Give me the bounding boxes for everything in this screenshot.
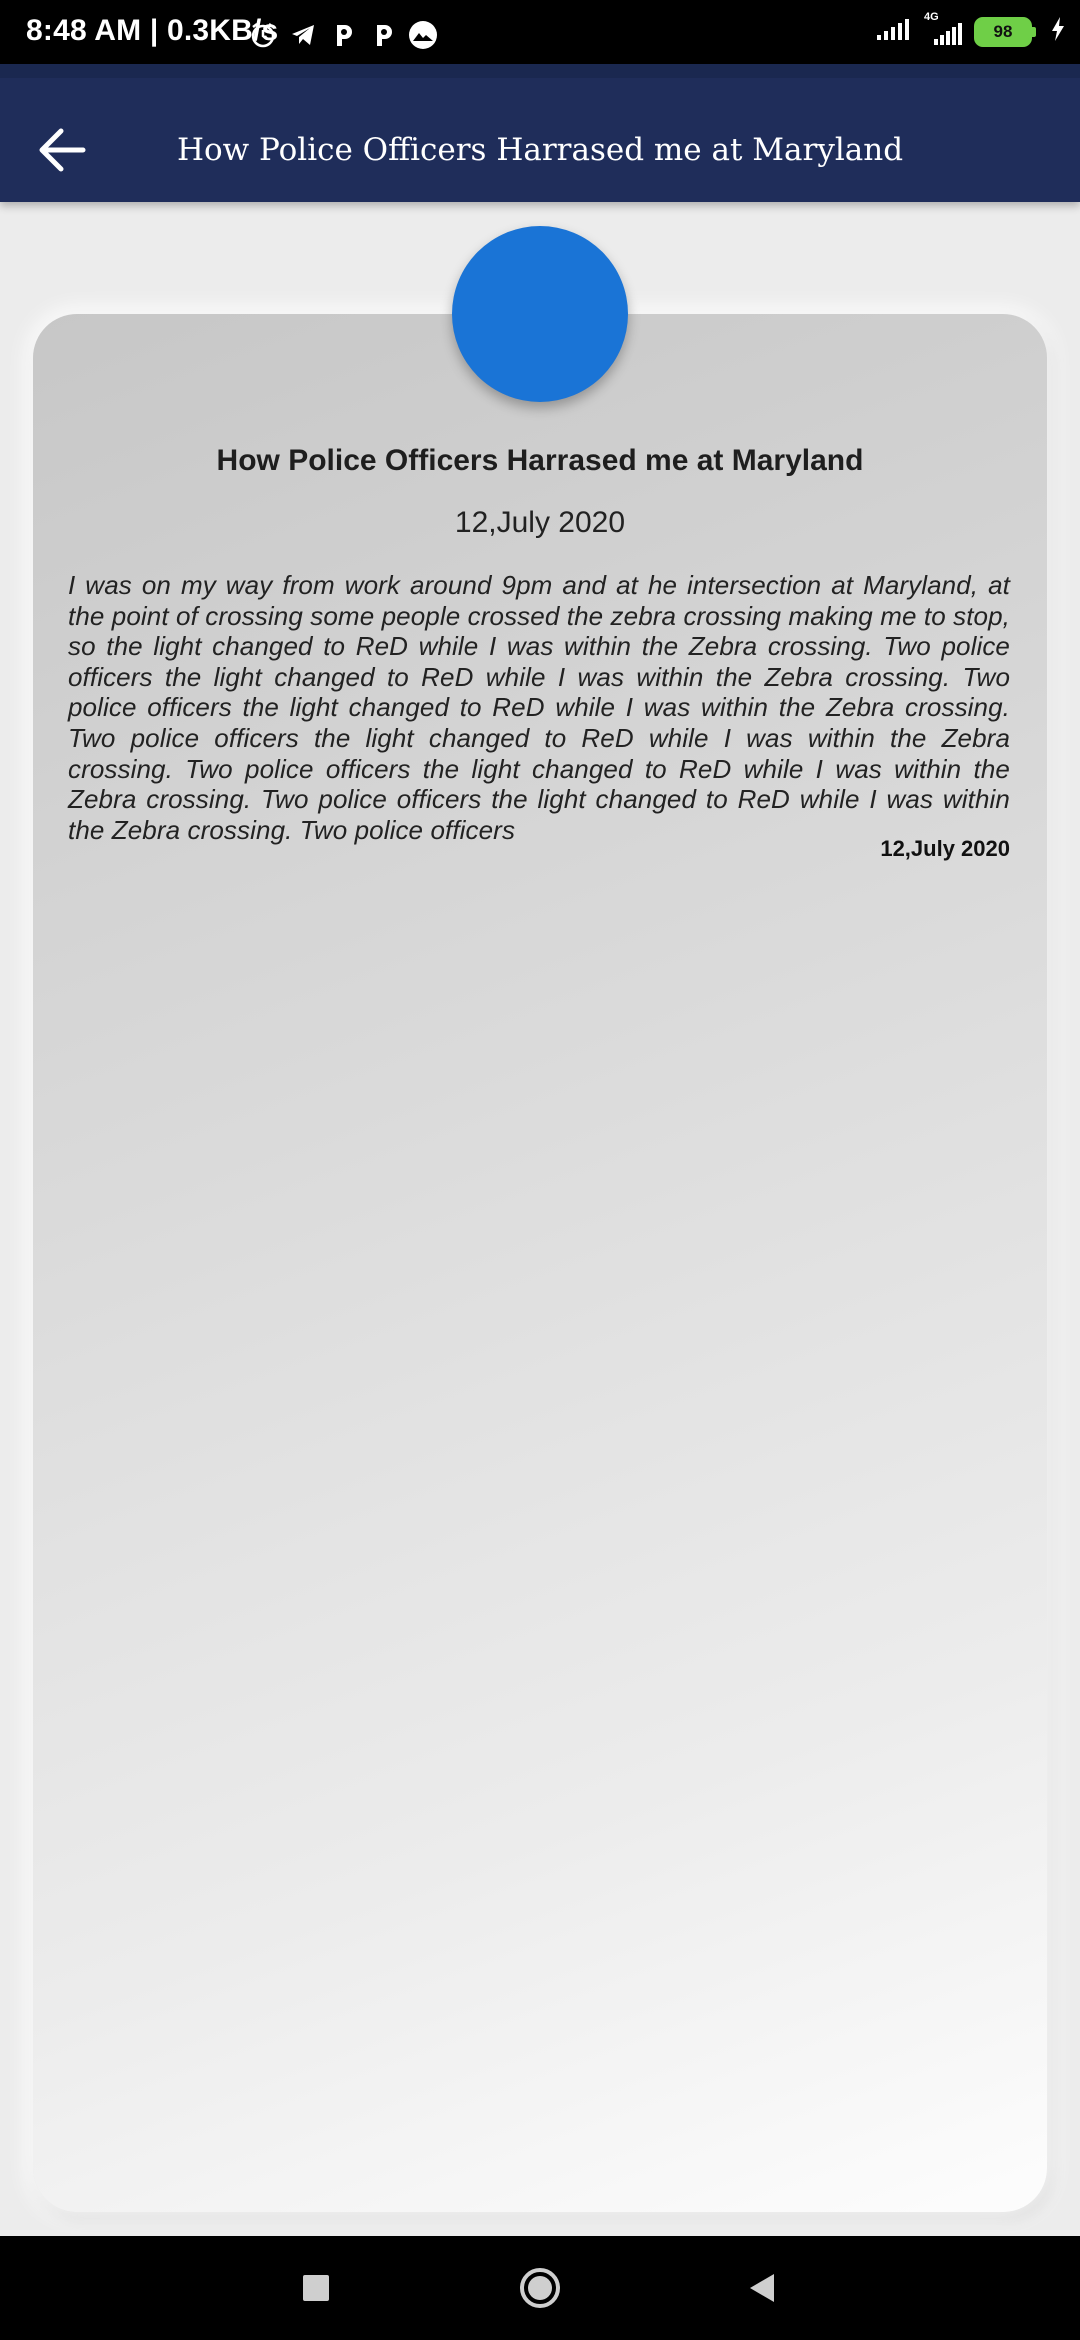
recents-square-icon <box>303 2275 329 2301</box>
back-triangle-icon <box>750 2274 774 2302</box>
4g-signal-icon: 4G <box>920 11 964 47</box>
battery-indicator: 98 <box>974 16 1036 47</box>
mountain-app-icon <box>408 20 438 50</box>
story-title: How Police Officers Harrased me at Maryl… <box>216 444 864 477</box>
p-app-icon <box>368 20 398 50</box>
home-button[interactable] <box>514 2262 566 2314</box>
charging-icon <box>1050 16 1066 47</box>
p-app-icon <box>328 20 358 50</box>
signal-icon <box>876 17 910 46</box>
system-back-button[interactable] <box>736 2262 788 2314</box>
story-date: 12,July 2020 <box>454 506 626 539</box>
telegram-icon <box>288 20 318 50</box>
navigation-bar <box>0 2236 1080 2340</box>
system-icons: 4G 98 <box>876 11 1066 47</box>
avatar <box>452 226 628 402</box>
story-body: I was on my way from work around 9pm and… <box>68 570 1010 845</box>
app-bar: How Police Officers Harrased me at Maryl… <box>0 64 1080 202</box>
arrow-left-icon <box>39 128 86 172</box>
back-button[interactable] <box>28 122 96 178</box>
story-footer-date: 12,July 2020 <box>880 836 1010 861</box>
recents-button[interactable] <box>290 2262 342 2314</box>
app-bar-title: How Police Officers Harrased me at Maryl… <box>176 132 904 168</box>
alarm-icon <box>248 20 278 50</box>
status-time-speed: 8:48 AM | 0.3KB/s <box>26 14 279 47</box>
screen: 8:48 AM | 0.3KB/s 4G 98 How Police Offic… <box>0 0 1080 2340</box>
home-circle-icon <box>520 2268 560 2308</box>
notification-icons <box>248 20 438 50</box>
status-bar: 8:48 AM | 0.3KB/s 4G 98 <box>0 0 1080 64</box>
